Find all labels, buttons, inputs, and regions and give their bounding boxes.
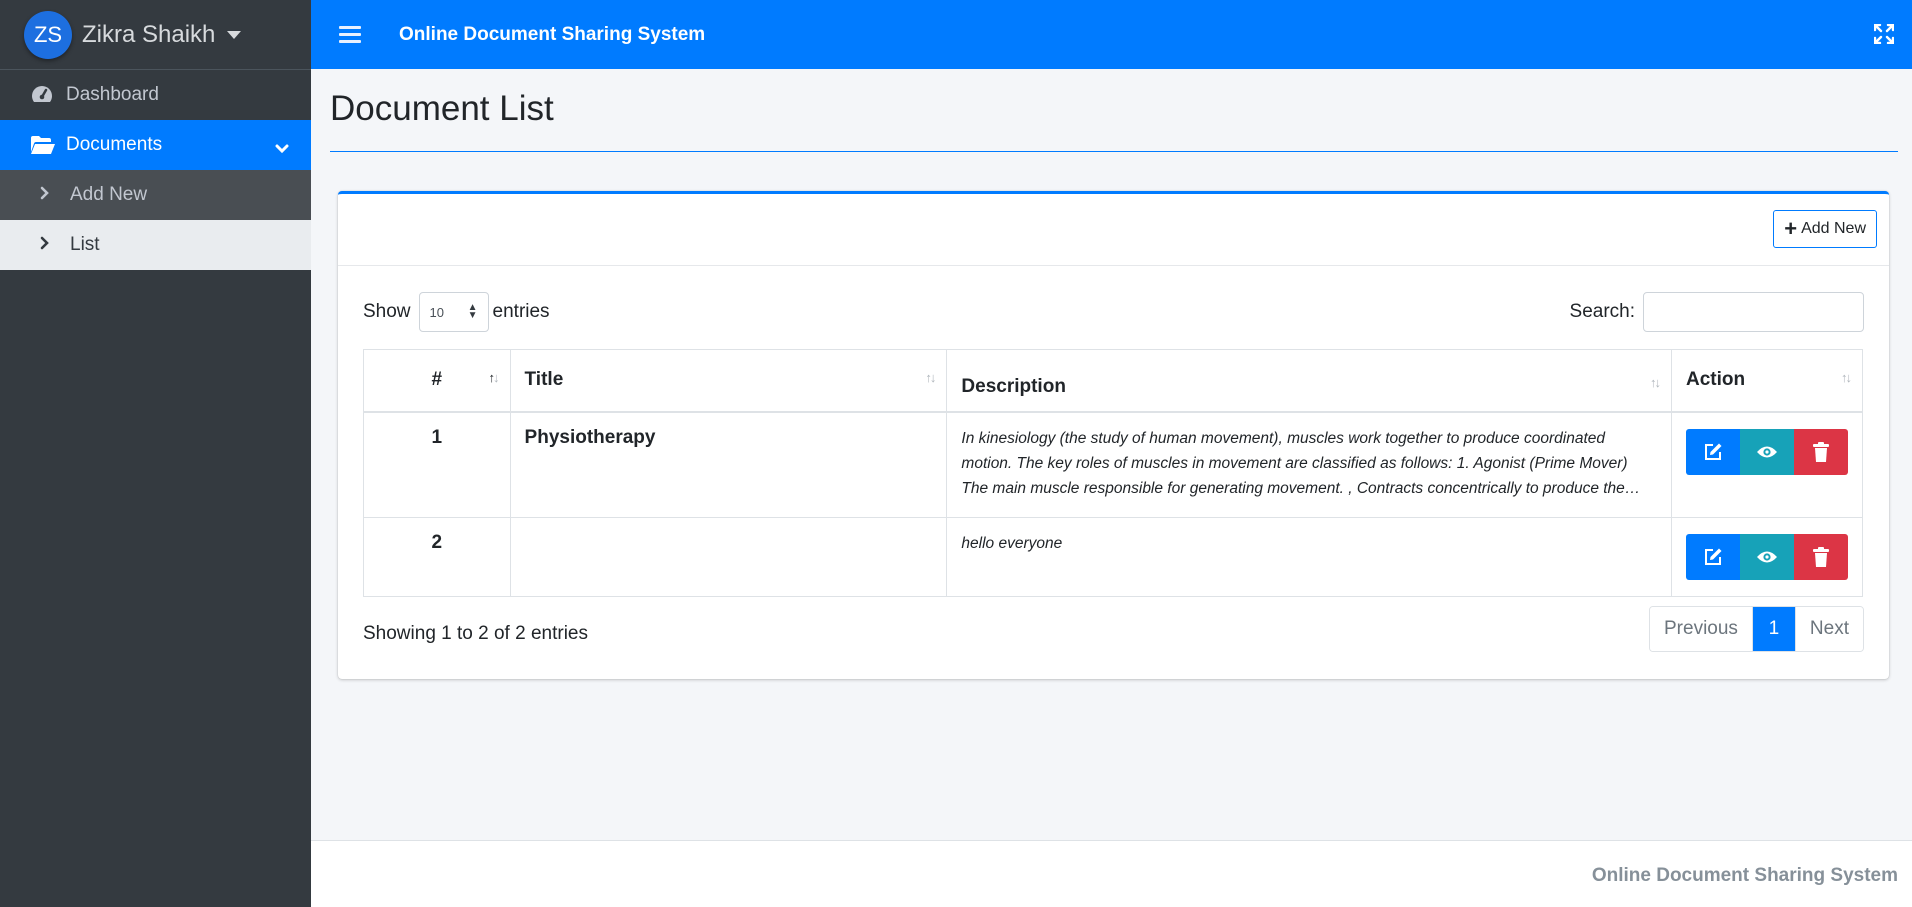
row-actions [1670, 517, 1864, 597]
pagination-previous[interactable]: Previous [1650, 607, 1753, 651]
edit-icon [1704, 548, 1722, 565]
pagination: Previous 1 Next [1649, 606, 1864, 652]
row-description: In kinesiology (the study of human movem… [946, 411, 1672, 518]
delete-button[interactable] [1793, 534, 1848, 580]
page-title: Document List [330, 89, 554, 128]
entries-length-control: Show 10 ▲ ▼ entries [363, 292, 550, 332]
column-header-description[interactable]: Description ↑↓ [946, 349, 1672, 413]
entries-label: entries [492, 301, 550, 322]
sidebar-item-label: Dashboard [66, 84, 159, 105]
view-button[interactable] [1739, 428, 1794, 475]
app-title: Online Document Sharing System [399, 23, 706, 45]
main-content: Document List + Add New Show 10 ▲ ▼ entri… [311, 69, 1912, 840]
column-header-title[interactable]: Title ↑↓ [509, 349, 948, 413]
footer: Online Document Sharing System [311, 840, 1912, 907]
sort-icon: ↑↓ [925, 370, 936, 385]
sidebar-item-label: List [70, 234, 100, 255]
table-info: Showing 1 to 2 of 2 entries [363, 623, 588, 644]
sort-icon: ↑↓ [1649, 375, 1661, 390]
caret-down-icon[interactable] [227, 30, 242, 39]
user-name[interactable]: Zikra Shaikh [82, 21, 215, 49]
trash-icon [1812, 441, 1829, 462]
trash-icon [1812, 547, 1829, 567]
search-input[interactable] [1643, 292, 1864, 332]
sidebar-item-label: Add New [70, 184, 148, 205]
search-label: Search: [1569, 301, 1635, 322]
user-menu[interactable]: ZS Zikra Shaikh [0, 0, 311, 70]
card-header: + Add New [338, 194, 1889, 266]
folder-open-icon [30, 135, 64, 155]
entries-length-select[interactable]: 10 ▲ ▼ [418, 292, 489, 332]
sidebar-item-list[interactable]: List [0, 220, 311, 270]
add-new-button[interactable]: + Add New [1773, 210, 1877, 248]
select-arrows-icon: ▲ ▼ [467, 302, 478, 321]
entries-length-value: 10 [429, 304, 444, 320]
document-table: # ↑↓ Title ↑↓ Description ↑↓ Action ↑↓ 1… [363, 349, 1864, 597]
table-header-row: # ↑↓ Title ↑↓ Description ↑↓ Action ↑↓ [363, 349, 1864, 413]
row-number: 1 [363, 411, 511, 518]
row-number: 2 [363, 517, 511, 597]
pagination-next[interactable]: Next [1794, 607, 1863, 651]
sidebar: ZS Zikra Shaikh Dashboard Documents Add … [0, 0, 311, 907]
sidebar-item-dashboard[interactable]: Dashboard [0, 70, 311, 120]
pagination-page-1[interactable]: 1 [1752, 607, 1795, 651]
table-search: Search: [1570, 292, 1864, 332]
chevron-right-icon [40, 184, 70, 206]
sort-icon: ↑↓ [1841, 370, 1852, 385]
avatar[interactable]: ZS [24, 10, 72, 59]
fullscreen-expand-icon[interactable] [1873, 23, 1895, 45]
edit-button[interactable] [1685, 534, 1740, 580]
top-navbar: Online Document Sharing System [311, 0, 1912, 69]
sidebar-item-label: Documents [66, 134, 163, 155]
table-row: 2 hello everyone [363, 517, 1864, 597]
row-title [509, 517, 948, 597]
eye-icon [1756, 446, 1777, 457]
row-actions [1670, 411, 1864, 518]
footer-text: Online Document Sharing System [1591, 865, 1898, 886]
add-new-label: Add New [1801, 220, 1866, 237]
view-button[interactable] [1739, 534, 1794, 580]
eye-icon [1756, 551, 1777, 563]
title-divider [330, 151, 1898, 152]
edit-icon [1704, 443, 1722, 460]
table-row: 1 Physiotherapy In kinesiology (the stud… [363, 411, 1864, 518]
row-description: hello everyone [946, 517, 1672, 597]
hamburger-menu-icon[interactable] [339, 22, 361, 47]
column-header-number[interactable]: # ↑↓ [363, 349, 511, 413]
chevron-down-icon [275, 138, 289, 160]
delete-button[interactable] [1793, 428, 1848, 475]
show-label: Show [363, 301, 411, 322]
sidebar-item-add-new[interactable]: Add New [0, 170, 311, 220]
column-header-action[interactable]: Action ↑↓ [1670, 349, 1864, 413]
chevron-right-icon [40, 234, 70, 256]
document-list-card: + Add New Show 10 ▲ ▼ entries Search: # ↑… [338, 191, 1889, 679]
sidebar-item-documents[interactable]: Documents [0, 120, 311, 170]
edit-button[interactable] [1685, 428, 1740, 475]
sort-asc-icon: ↑↓ [488, 370, 500, 385]
dashboard-gauge-icon [30, 84, 64, 106]
row-title: Physiotherapy [509, 411, 948, 518]
plus-icon: + [1784, 216, 1798, 241]
